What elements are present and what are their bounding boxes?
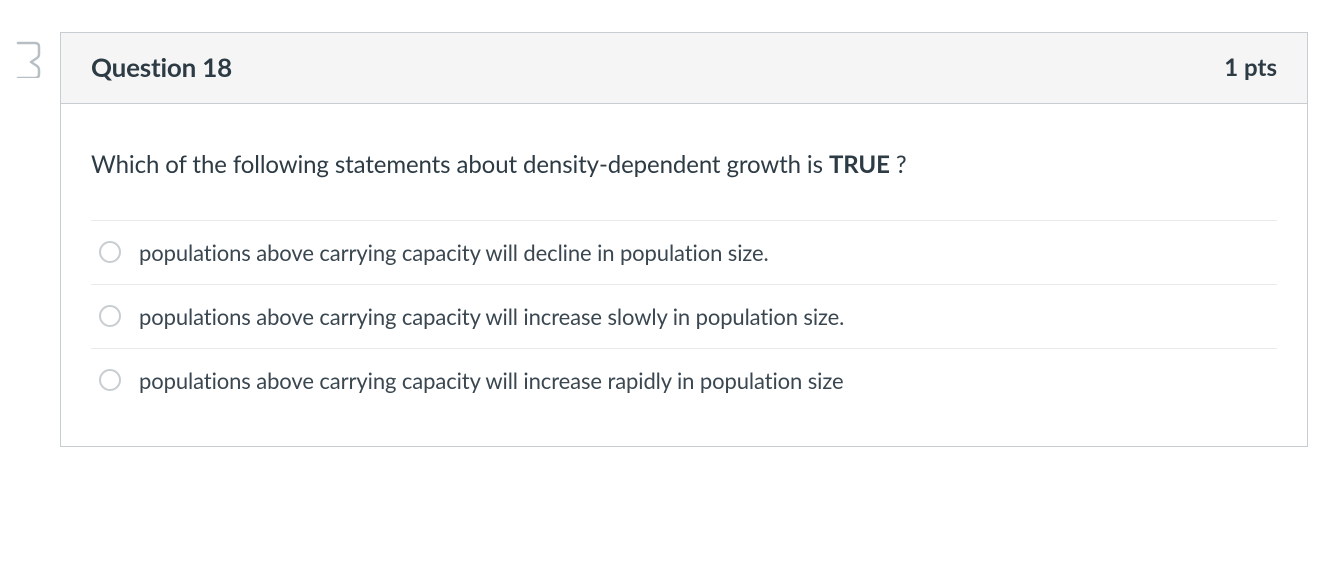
radio-icon[interactable] — [99, 241, 121, 263]
prompt-prefix: Which of the following statements about … — [91, 150, 829, 179]
question-points: 1 pts — [1224, 53, 1277, 82]
question-card: Question 18 1 pts Which of the following… — [60, 32, 1308, 447]
answer-text: populations above carrying capacity will… — [139, 239, 769, 266]
radio-icon[interactable] — [99, 369, 121, 391]
answer-list: populations above carrying capacity will… — [91, 220, 1277, 412]
prompt-bold: TRUE — [829, 150, 890, 179]
answer-option[interactable]: populations above carrying capacity will… — [91, 349, 1277, 412]
answer-text: populations above carrying capacity will… — [139, 367, 843, 394]
answer-text: populations above carrying capacity will… — [139, 303, 844, 330]
answer-option[interactable]: populations above carrying capacity will… — [91, 221, 1277, 285]
question-body: Which of the following statements about … — [61, 104, 1307, 446]
question-prompt: Which of the following statements about … — [91, 148, 1277, 182]
radio-icon[interactable] — [99, 305, 121, 327]
prompt-suffix: ? — [890, 150, 907, 179]
question-title: Question 18 — [91, 51, 232, 83]
flag-icon[interactable] — [12, 40, 42, 78]
answer-option[interactable]: populations above carrying capacity will… — [91, 285, 1277, 349]
question-header: Question 18 1 pts — [61, 33, 1307, 104]
question-block: Question 18 1 pts Which of the following… — [12, 32, 1308, 447]
